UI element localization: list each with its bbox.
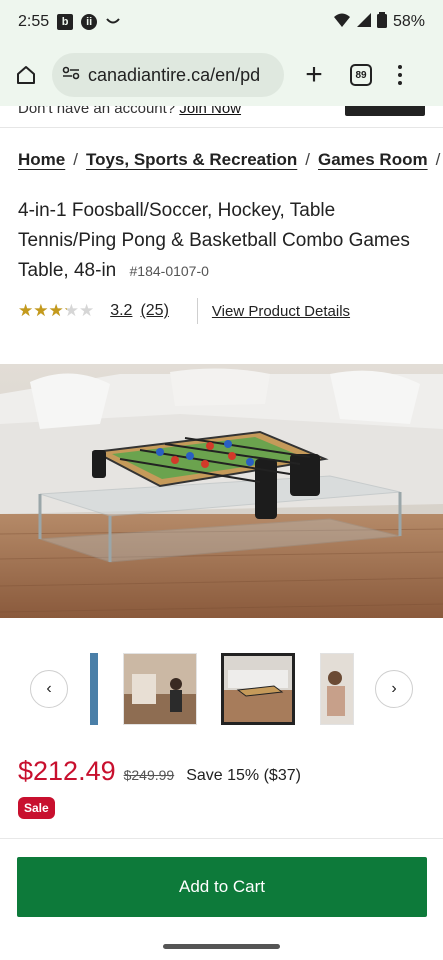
thumbnail-partial[interactable] — [90, 653, 98, 725]
battery-percent: 58% — [392, 13, 425, 30]
b-app-icon: b — [57, 14, 74, 30]
status-time: 2:55 — [18, 13, 50, 30]
add-to-cart-button[interactable]: Add to Cart — [17, 857, 427, 917]
sign-in-button[interactable] — [345, 106, 425, 116]
carousel-next-button[interactable]: › — [375, 670, 413, 708]
product-main-image[interactable] — [0, 364, 443, 618]
thumbnail-image[interactable] — [123, 653, 197, 725]
more-menu-icon[interactable] — [398, 65, 402, 85]
product-title: 4-in-1 Foosball/Soccer, Hockey, Table Te… — [18, 196, 428, 286]
product-photo — [0, 364, 443, 618]
home-icon[interactable] — [10, 59, 42, 91]
account-prompt-text: Don't have an account? — [18, 106, 176, 117]
rating-divider — [196, 298, 198, 324]
sale-badge: Sale — [18, 797, 55, 819]
wifi-icon — [333, 13, 351, 32]
stars-filled: ★★★★★ — [18, 301, 67, 320]
rating-row: ★★★★★ ★★★★★ 3.2 (25) View Product Detail… — [18, 298, 350, 324]
sticky-cart-bar: Add to Cart — [0, 838, 443, 938]
rating-value[interactable]: 3.2 — [110, 302, 132, 320]
site-settings-icon[interactable] — [62, 66, 80, 85]
new-tab-icon[interactable]: + — [300, 60, 328, 90]
smile-icon — [105, 13, 121, 31]
signal-icon — [356, 12, 371, 32]
address-bar[interactable]: canadiantire.ca/en/pd — [52, 53, 284, 97]
notification-icon: ii — [81, 14, 98, 30]
review-count-link[interactable]: (25) — [140, 302, 168, 320]
join-now-link[interactable]: Join Now — [179, 106, 241, 117]
price-current: $212.49 — [18, 756, 116, 786]
account-prompt: Don't have an account? Join Now — [18, 106, 241, 117]
breadcrumb-toys[interactable]: Toys, Sports & Recreation — [86, 150, 297, 170]
gesture-home-indicator[interactable] — [163, 944, 280, 949]
view-details-link[interactable]: View Product Details — [212, 303, 350, 320]
thumbnail-image[interactable] — [320, 653, 354, 725]
tab-switcher-button[interactable]: 89 — [350, 64, 372, 86]
breadcrumb-games-room[interactable]: Games Room — [318, 150, 428, 170]
carousel-prev-button[interactable]: ‹ — [30, 670, 68, 708]
battery-icon — [376, 11, 387, 33]
star-rating[interactable]: ★★★★★ ★★★★★ — [18, 301, 94, 321]
breadcrumb-home[interactable]: Home — [18, 150, 65, 170]
product-sku: #184-0107-0 — [129, 263, 209, 279]
breadcrumb-separator: / — [73, 150, 78, 169]
url-text: canadiantire.ca/en/pd — [88, 64, 261, 85]
status-bar: 2:55 b ii 58% — [0, 0, 443, 44]
price-savings: Save 15% ($37) — [186, 767, 301, 784]
product-title-text: 4-in-1 Foosball/Soccer, Hockey, Table Te… — [18, 200, 410, 281]
breadcrumb: Home / Toys, Sports & Recreation / Games… — [18, 150, 443, 170]
account-strip: Don't have an account? Join Now — [0, 106, 443, 128]
thumbnail-carousel: ‹ › — [0, 650, 443, 730]
thumbnail-image-selected[interactable] — [221, 653, 295, 725]
price-was: $249.99 — [123, 767, 175, 783]
price-row: $212.49 $249.99 Save 15% ($37) — [18, 756, 301, 787]
breadcrumb-separator: / — [435, 150, 441, 169]
breadcrumb-separator: / — [305, 150, 310, 169]
browser-toolbar: canadiantire.ca/en/pd + 89 — [0, 44, 443, 106]
